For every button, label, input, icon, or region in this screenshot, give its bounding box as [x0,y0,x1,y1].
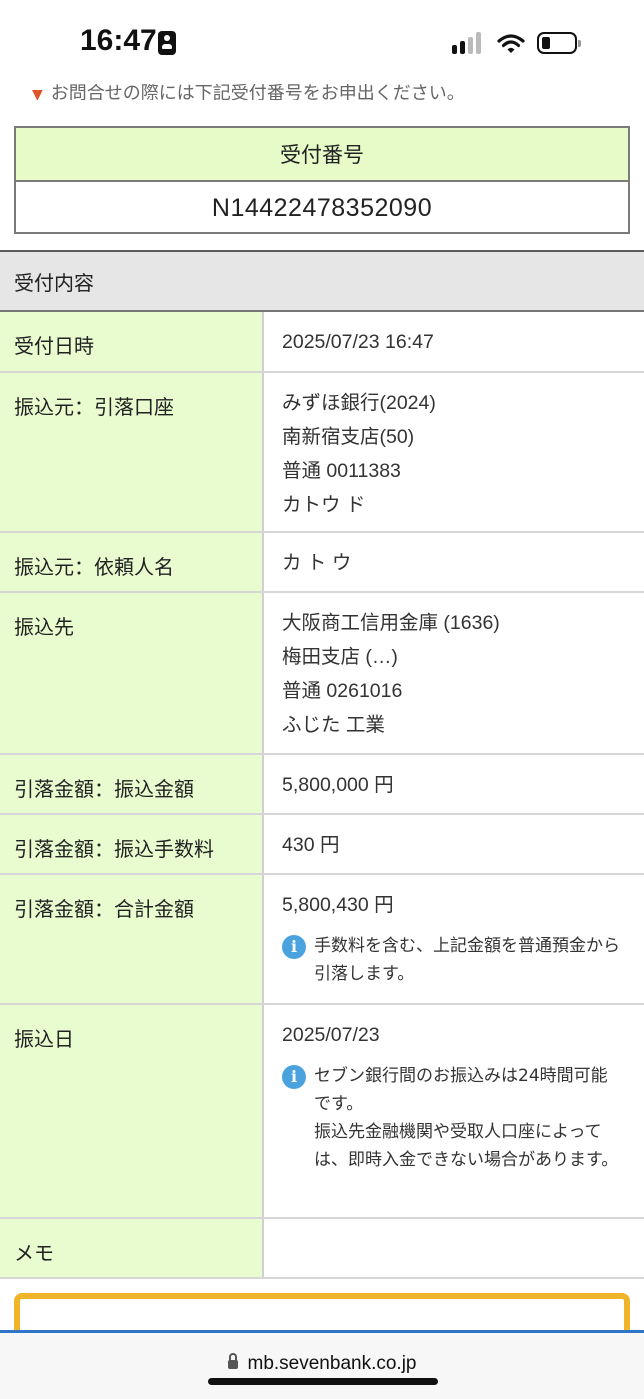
row-value: 430 円 [264,815,644,873]
info-icon: i [282,1065,306,1089]
table-row: 受付日時 2025/07/23 16:47 [0,312,644,373]
row-value: 2025/07/23 16:47 [264,312,644,371]
triangle-marker-icon: ▼ [32,87,43,100]
address-url[interactable]: mb.sevenbank.co.jp [0,1353,644,1375]
table-row: 引落金額：合計金額 5,800,430 円 i 手数料を含む、上記金額を普通預金… [0,875,644,1005]
table-row: 振込元：引落口座 みずほ銀行(2024) 南新宿支店(50) 普通 001138… [0,373,644,533]
row-label: 振込元：引落口座 [0,373,264,531]
value-line: ふじた 工業 [282,714,385,736]
lock-icon [227,1353,238,1369]
info-note-text: 手数料を含む、上記金額を普通預金から引落します。 [314,936,620,984]
value-line: 普通 0011383 [282,460,401,482]
row-value: 5,800,000 円 [264,755,644,813]
row-label: メモ [0,1219,264,1277]
value-line: みずほ銀行(2024) [282,392,436,414]
value-line: 大阪商工信用金庫 (1636) [282,612,500,634]
row-value: 2025/07/23 i セブン銀行間のお振込みは24時間可能です。 振込先金融… [264,1005,644,1217]
row-value: カ ト ウ [264,533,644,591]
status-bar: 16:47 [0,0,644,86]
row-label: 振込日 [0,1005,264,1217]
receipt-number-header: 受付番号 [16,128,628,182]
row-value: 5,800,430 円 i 手数料を含む、上記金額を普通預金から引落します。 [264,875,644,1003]
cellular-signal-icon [452,32,488,54]
table-row: 振込日 2025/07/23 i セブン銀行間のお振込みは24時間可能です。 振… [0,1005,644,1219]
table-row: 引落金額：振込手数料 430 円 [0,815,644,875]
section-title: 受付内容 [0,250,644,312]
table-row: 振込元：依頼人名 カ ト ウ [0,533,644,593]
info-note: i セブン銀行間のお振込みは24時間可能です。 振込先金融機関や受取人口座によっ… [282,1062,644,1174]
info-icon: i [282,935,306,959]
value-line: カ ト ウ [282,552,352,574]
url-text: mb.sevenbank.co.jp [247,1353,417,1374]
inquiry-note: ▼ お問合せの際には下記受付番号をお申出ください。 [32,84,465,100]
row-label: 振込元：依頼人名 [0,533,264,591]
row-label: 引落金額：合計金額 [0,875,264,1003]
table-row: 引落金額：振込金額 5,800,000 円 [0,755,644,815]
row-label: 振込先 [0,593,264,753]
row-value [264,1219,644,1277]
value-line: 5,800,000 円 [282,774,394,796]
value-line: 5,800,430 円 [282,894,394,916]
contact-card-icon [158,31,176,55]
table-row: 振込先 大阪商工信用金庫 (1636) 梅田支店 (…) 普通 0261016 … [0,593,644,755]
battery-icon [537,32,581,54]
value-line: 普通 0261016 [282,680,403,702]
receipt-number-box: 受付番号 N14422478352090 [14,126,630,234]
info-note: i 手数料を含む、上記金額を普通預金から引落します。 [282,932,644,988]
value-line: 430 円 [282,834,340,856]
home-indicator[interactable] [208,1378,438,1385]
detail-table: 受付日時 2025/07/23 16:47 振込元：引落口座 みずほ銀行(202… [0,312,644,1279]
row-label: 受付日時 [0,312,264,371]
row-label: 引落金額：振込金額 [0,755,264,813]
table-row: メモ [0,1219,644,1279]
browser-address-bar[interactable]: mb.sevenbank.co.jp [0,1330,644,1399]
row-value: 大阪商工信用金庫 (1636) 梅田支店 (…) 普通 0261016 ふじた … [264,593,644,753]
value-line: 2025/07/23 [282,1024,380,1046]
info-note-text: セブン銀行間のお振込みは24時間可能です。 振込先金融機関や受取人口座によっては… [314,1066,619,1170]
value-line: 南新宿支店(50) [282,426,415,448]
row-label: 引落金額：振込手数料 [0,815,264,873]
row-value: みずほ銀行(2024) 南新宿支店(50) 普通 0011383 カトウ ド [264,373,644,531]
value-line: カトウ ド [282,494,366,516]
value-line: 2025/07/23 16:47 [282,331,434,353]
value-line: 梅田支店 (…) [282,646,398,668]
status-time: 16:47 [80,24,157,57]
receipt-number-value: N14422478352090 [211,193,433,222]
wifi-icon [497,34,525,53]
